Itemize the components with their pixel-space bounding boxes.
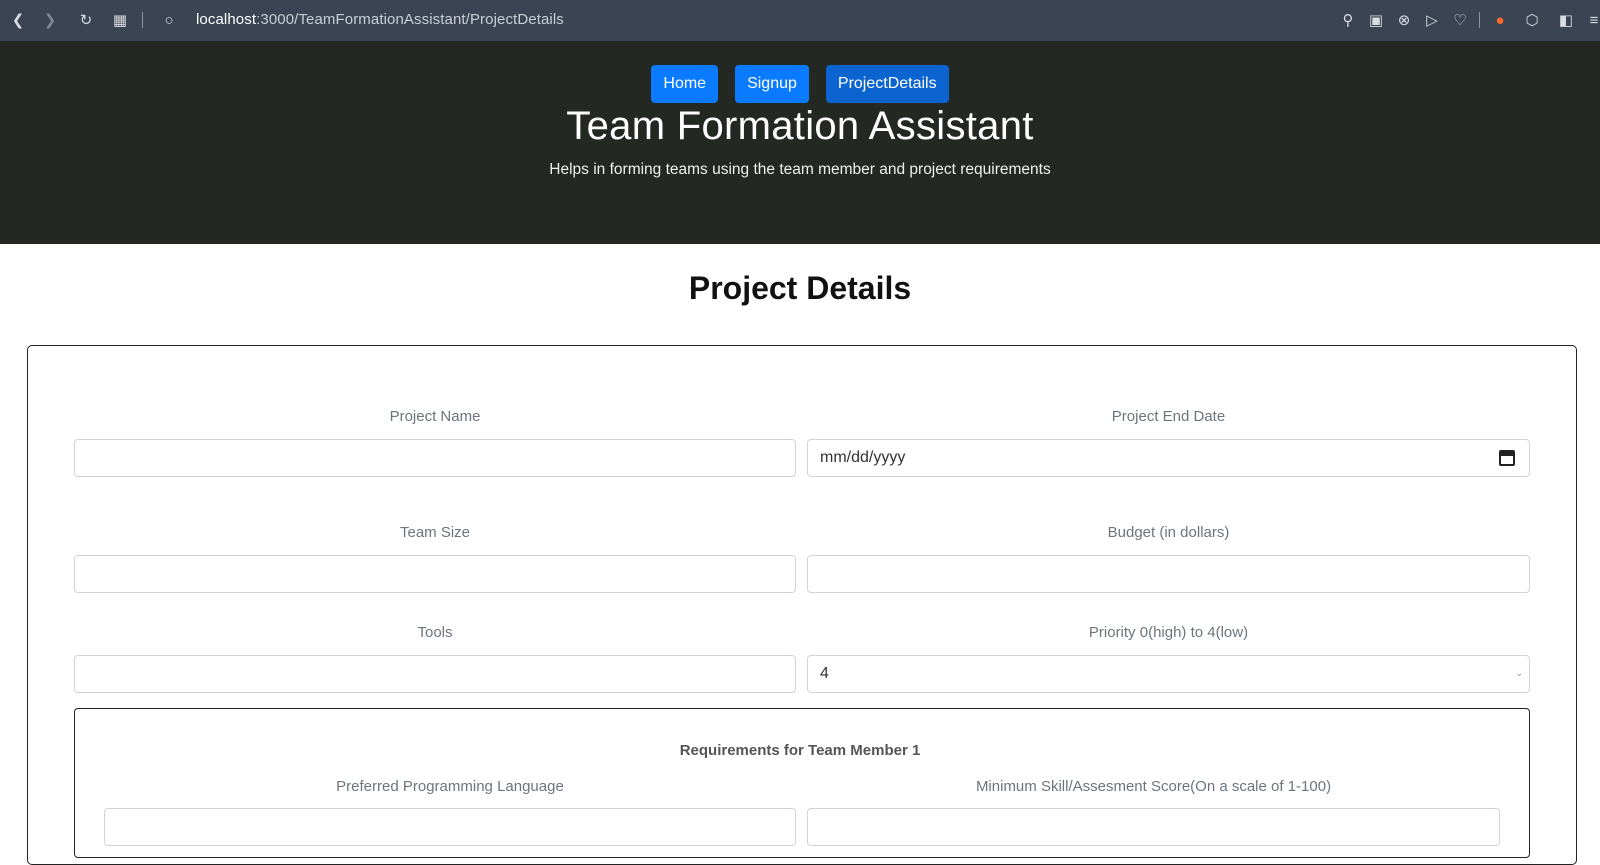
url-path: :3000/TeamFormationAssistant/ProjectDeta… <box>256 11 564 28</box>
chevron-down-icon: ⌄ <box>1515 668 1523 678</box>
home-button[interactable]: Home <box>651 65 719 103</box>
forward-icon[interactable]: ❯ <box>40 10 60 30</box>
language-label: Preferred Programming Language <box>336 778 564 795</box>
block-icon[interactable]: ⊗ <box>1394 10 1414 30</box>
priority-label: Priority 0(high) to 4(low) <box>1088 624 1249 641</box>
project-name-label: Project Name <box>389 408 481 425</box>
address-bar[interactable]: localhost:3000/TeamFormationAssistant/Pr… <box>196 11 564 28</box>
menu-icon[interactable]: ≡ <box>1584 10 1600 30</box>
team-size-input[interactable] <box>74 555 796 593</box>
toolbar-divider <box>1479 12 1480 28</box>
end-date-placeholder: mm/dd/yyyy <box>820 449 906 466</box>
camera-icon[interactable]: ▣ <box>1366 10 1386 30</box>
page-title: Project Details <box>688 270 912 306</box>
priority-value: 4 <box>820 665 829 682</box>
tools-input[interactable] <box>74 655 796 693</box>
tabs-grid-icon[interactable]: ▦ <box>110 10 130 30</box>
extension-icon[interactable]: ● <box>1490 10 1510 30</box>
calendar-icon[interactable] <box>1499 450 1515 466</box>
score-input[interactable] <box>807 808 1500 846</box>
team-member-title: Requirements for Team Member 1 <box>679 742 921 759</box>
score-label: Minimum Skill/Assesment Score(On a scale… <box>975 778 1332 795</box>
header-banner: Home Signup ProjectDetails Team Formatio… <box>0 41 1600 244</box>
budget-label: Budget (in dollars) <box>1107 524 1230 541</box>
site-title: Team Formation Assistant <box>566 104 1034 148</box>
heart-icon[interactable]: ♡ <box>1450 10 1470 30</box>
globe-icon: ○ <box>164 11 174 29</box>
budget-input[interactable] <box>807 555 1530 593</box>
zoom-icon[interactable]: ⚲ <box>1338 10 1358 30</box>
project-details-button[interactable]: ProjectDetails <box>825 65 949 103</box>
reload-icon[interactable]: ↻ <box>76 10 96 30</box>
toolbar-divider <box>142 12 143 28</box>
language-input[interactable] <box>104 808 796 846</box>
send-icon[interactable]: ▷ <box>1422 10 1442 30</box>
nav-buttons: Home Signup ProjectDetails <box>0 65 1600 103</box>
cube-icon[interactable]: ⬡ <box>1522 10 1542 30</box>
signup-button[interactable]: Signup <box>735 65 809 103</box>
priority-select[interactable]: 4 ⌄ <box>807 655 1530 693</box>
browser-toolbar: ❮ ❯ ↻ ▦ ○ localhost:3000/TeamFormationAs… <box>0 0 1600 41</box>
team-size-label: Team Size <box>399 524 471 541</box>
url-host: localhost <box>196 11 257 28</box>
tools-label: Tools <box>417 624 453 641</box>
site-subtitle: Helps in forming teams using the team me… <box>549 161 1051 178</box>
end-date-label: Project End Date <box>1111 408 1226 425</box>
project-name-input[interactable] <box>74 439 796 477</box>
end-date-input[interactable]: mm/dd/yyyy <box>807 439 1530 477</box>
back-icon[interactable]: ❮ <box>8 10 28 30</box>
sidebar-icon[interactable]: ◧ <box>1556 10 1576 30</box>
